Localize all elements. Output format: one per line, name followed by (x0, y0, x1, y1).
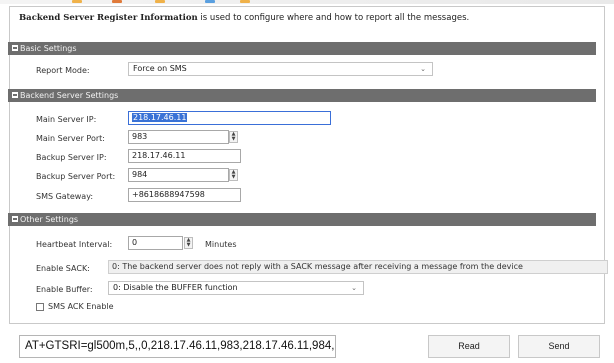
section-title: Backend Server Settings (20, 91, 119, 100)
sms-ack-checkbox[interactable] (36, 303, 44, 311)
read-button[interactable]: Read (428, 335, 510, 358)
toolbar-icon (112, 0, 122, 3)
toolbar-icon (240, 0, 250, 3)
main-server-port-input[interactable]: 983 (128, 130, 229, 144)
section-header-basic[interactable]: Basic Settings (8, 42, 596, 55)
report-mode-label: Report Mode: (36, 66, 90, 75)
main-server-port-label: Main Server Port: (36, 134, 105, 143)
backup-server-port-input[interactable]: 984 (128, 168, 229, 182)
enable-sack-field[interactable]: 0: The backend server does not reply wit… (108, 260, 608, 274)
report-mode-value: Force on SMS (133, 64, 187, 73)
heartbeat-interval-value: 0 (132, 238, 138, 247)
section-header-other[interactable]: Other Settings (8, 213, 596, 226)
main-server-port-spinner[interactable]: ▲ ▼ (229, 131, 238, 143)
enable-buffer-label: Enable Buffer: (36, 285, 93, 294)
main-server-ip-input[interactable]: 218.17.46.11 (128, 111, 331, 125)
heartbeat-unit-label: Minutes (205, 240, 237, 249)
intro-text: Backend Server Register Information is u… (19, 13, 579, 23)
heartbeat-interval-label: Heartbeat Interval: (36, 240, 113, 249)
heartbeat-interval-spinner[interactable]: ▲ ▼ (184, 237, 193, 249)
sms-gateway-input[interactable]: +8618688947598 (128, 188, 241, 202)
backup-server-port-spinner[interactable]: ▲ ▼ (229, 169, 238, 181)
backup-server-port-label: Backup Server Port: (36, 172, 116, 181)
main-server-port-value: 983 (132, 132, 148, 141)
top-toolbar-strip (0, 0, 614, 4)
sms-ack-label: SMS ACK Enable (48, 302, 114, 311)
enable-buffer-select[interactable]: 0: Disable the BUFFER function ⌄ (108, 281, 364, 295)
section-header-backend[interactable]: Backend Server Settings (8, 89, 596, 102)
intro-description: is used to configure where and how to re… (197, 13, 470, 23)
report-mode-select[interactable]: Force on SMS ⌄ (128, 62, 433, 76)
sms-gateway-label: SMS Gateway: (36, 192, 94, 201)
enable-sack-label: Enable SACK: (36, 264, 90, 273)
backup-server-ip-label: Backup Server IP: (36, 153, 107, 162)
toolbar-icon (155, 0, 165, 3)
collapse-icon[interactable] (12, 215, 18, 222)
command-value: AT+GTSRI=gl500m,5,,0,218.17.46.11,983,21… (25, 340, 335, 352)
enable-buffer-value: 0: Disable the BUFFER function (113, 283, 238, 292)
heartbeat-interval-input[interactable]: 0 (128, 236, 183, 250)
toolbar-icon (205, 0, 215, 3)
section-title: Basic Settings (20, 44, 77, 53)
collapse-icon[interactable] (12, 91, 18, 98)
backup-server-ip-value: 218.17.46.11 (132, 151, 186, 160)
main-server-ip-value: 218.17.46.11 (132, 113, 188, 122)
send-button[interactable]: Send (518, 335, 600, 358)
collapse-icon[interactable] (12, 44, 18, 51)
chevron-down-icon: ⌄ (351, 284, 357, 292)
backup-server-ip-input[interactable]: 218.17.46.11 (128, 149, 241, 163)
section-title: Other Settings (20, 215, 79, 224)
chevron-down-icon: ⌄ (420, 65, 426, 73)
sms-gateway-value: +8618688947598 (132, 190, 205, 199)
command-input[interactable]: AT+GTSRI=gl500m,5,,0,218.17.46.11,983,21… (19, 335, 336, 358)
toolbar-icon (72, 0, 82, 3)
intro-title: Backend Server Register Information (19, 13, 198, 23)
backup-server-port-value: 984 (132, 170, 148, 179)
main-server-ip-label: Main Server IP: (36, 115, 97, 124)
enable-sack-value: 0: The backend server does not reply wit… (112, 262, 523, 271)
